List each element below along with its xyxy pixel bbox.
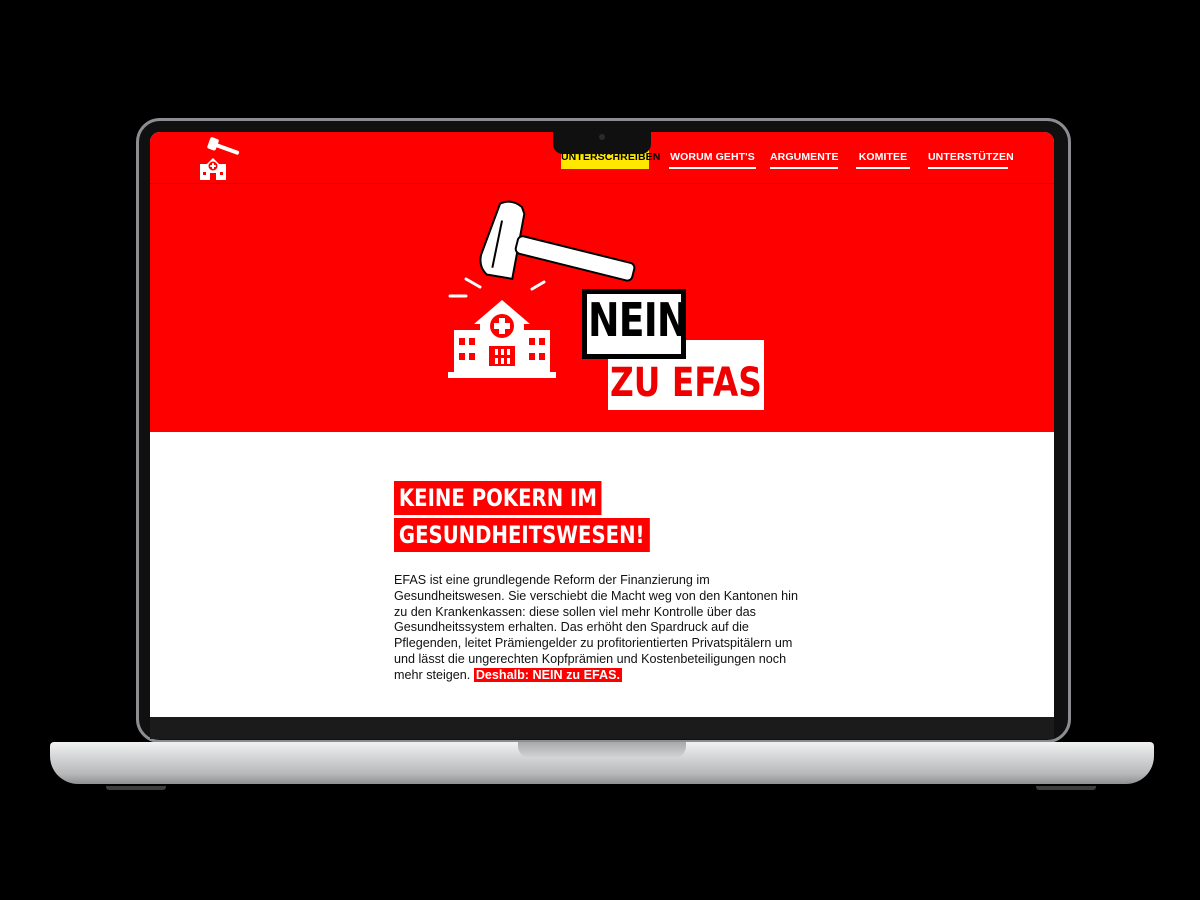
laptop-foot-left: [106, 786, 166, 790]
intro-paragraph-text: EFAS ist eine grundlegende Reform der Fi…: [394, 573, 798, 682]
hammer-hospital-logo-icon[interactable]: [196, 136, 248, 182]
camera-icon: [599, 134, 605, 140]
nav-argumente-link[interactable]: ARGUMENTE: [770, 150, 838, 169]
hero-sign-zu-efas: ZU EFAS: [610, 360, 762, 406]
headline-line-2: GESUNDHEITSWESEN!: [394, 518, 650, 552]
laptop-notch: [553, 130, 651, 154]
screen-bottom-bezel: [150, 717, 1054, 739]
nav-worum-gehts-link[interactable]: WORUM GEHT'S: [669, 150, 756, 169]
nav-komitee-link[interactable]: KOMITEE: [856, 150, 910, 169]
headline-line-1: KEINE POKERN IM: [394, 481, 602, 515]
laptop-screen: UNTERSCHREIBEN WORUM GEHT'S ARGUMENTE KO…: [150, 132, 1054, 717]
nav-unterstuetzen-link[interactable]: UNTERSTÜTZEN: [928, 150, 1014, 169]
laptop-foot-right: [1036, 786, 1096, 790]
laptop-opening-lip: [518, 742, 686, 758]
intro-highlight: Deshalb: NEIN zu EFAS.: [473, 667, 622, 682]
laptop-base: [50, 742, 1154, 784]
main-headline: KEINE POKERN IM GESUNDHEITSWESEN!: [394, 481, 706, 555]
intro-paragraph: EFAS ist eine grundlegende Reform der Fi…: [394, 573, 814, 684]
hero-sign-nein: NEIN: [588, 293, 688, 347]
